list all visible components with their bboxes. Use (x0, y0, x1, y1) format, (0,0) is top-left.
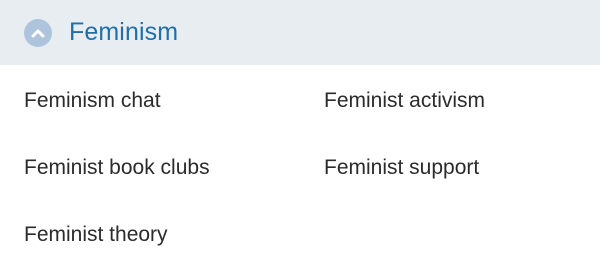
category-panel: Feminism Feminism chat Feminist activism… (0, 0, 600, 263)
subcategory-link-feminist-book-clubs[interactable]: Feminist book clubs (24, 157, 210, 178)
subcategory-link-feminism-chat[interactable]: Feminism chat (24, 90, 161, 111)
subcategory-link-feminist-support[interactable]: Feminist support (324, 157, 479, 178)
subcategory-link-feminist-activism[interactable]: Feminist activism (324, 90, 485, 111)
chevron-up-icon[interactable] (24, 18, 52, 47)
section-header[interactable]: Feminism (0, 0, 600, 65)
subcategory-link-feminist-theory[interactable]: Feminist theory (24, 224, 168, 245)
section-title: Feminism (69, 18, 179, 46)
